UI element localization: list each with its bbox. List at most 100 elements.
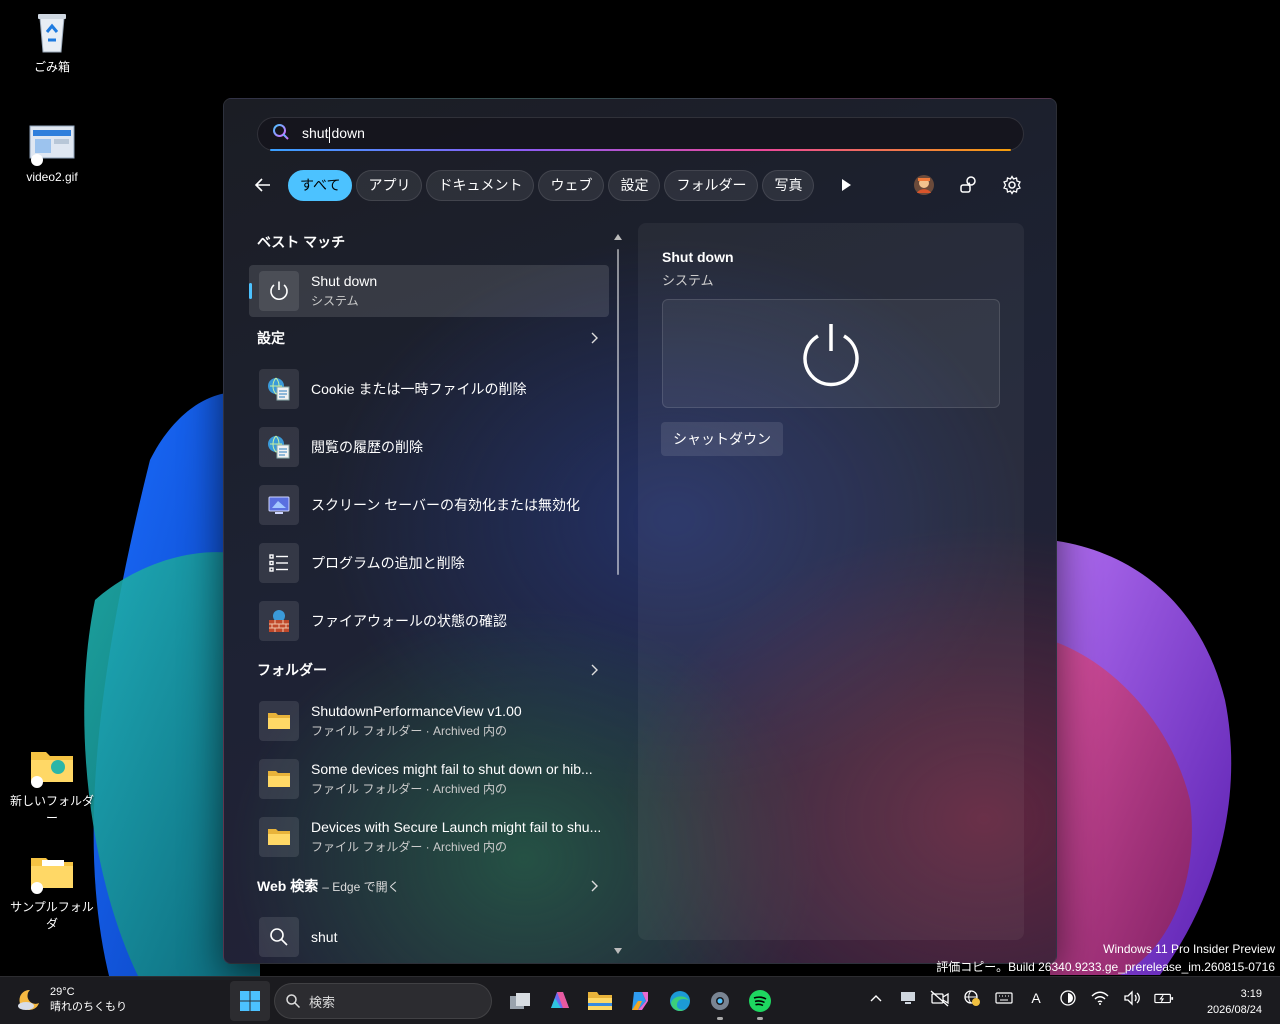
camera-off-icon	[930, 990, 949, 1007]
result-title: ファイアウォールの状態の確認	[311, 613, 507, 629]
chevron-right-icon	[591, 332, 598, 344]
tray-battery-icon[interactable]	[1154, 987, 1174, 1009]
desktop-icon-recycle-bin[interactable]: ごみ箱	[7, 8, 97, 75]
speaker-icon	[1124, 990, 1140, 1006]
taskbar-app-copilot[interactable]	[620, 981, 660, 1021]
more-filters-button[interactable]	[832, 171, 860, 199]
result-item-delete-history[interactable]: 閲覧の履歴の削除	[249, 421, 609, 473]
internet-options-icon	[259, 369, 299, 409]
account-avatar-button[interactable]	[910, 171, 938, 199]
image-file-icon	[28, 120, 76, 168]
m365-icon	[551, 992, 569, 1008]
result-subtitle: ファイル フォルダー · Archived 内の	[311, 724, 508, 738]
task-view-button[interactable]	[500, 981, 540, 1021]
tray-volume-icon[interactable]	[1122, 987, 1142, 1009]
shutdown-action-button[interactable]: シャットダウン	[661, 422, 783, 456]
spotify-icon	[749, 990, 771, 1012]
gear-icon	[1003, 175, 1021, 195]
taskbar-app-file-explorer[interactable]	[580, 981, 620, 1021]
taskbar-search-box[interactable]: 検索	[274, 983, 492, 1019]
desktop-icon-label: ごみ箱	[33, 60, 70, 74]
section-header-folders[interactable]: フォルダー	[249, 655, 609, 685]
tray-keyboard-icon[interactable]	[994, 987, 1014, 1009]
preview-title: Shut down	[662, 249, 734, 265]
start-button[interactable]	[230, 981, 270, 1021]
result-subtitle: ファイル フォルダー · Archived 内の	[311, 782, 508, 796]
desktop-icon-new-folder[interactable]: 新しいフォルダー	[7, 742, 97, 826]
result-title: 閲覧の履歴の削除	[311, 439, 423, 455]
taskbar-app-spotify[interactable]	[740, 981, 780, 1021]
filter-chip-apps[interactable]: アプリ	[356, 169, 423, 201]
preview-pane: Shut down システム シャットダウン	[638, 223, 1024, 940]
taskbar-app-settings[interactable]	[700, 981, 740, 1021]
web-search-sub: – Edge で開く	[322, 879, 400, 894]
filter-chip-folders[interactable]: フォルダー	[664, 169, 759, 201]
taskbar-search-placeholder: 検索	[309, 994, 336, 1010]
result-item-shut-down[interactable]: Shut down システム	[249, 265, 609, 317]
filter-chip-photos[interactable]: 写真	[762, 169, 815, 201]
search-icon	[286, 994, 301, 1009]
result-item-folder[interactable]: ShutdownPerformanceView v1.00 ファイル フォルダー…	[249, 695, 609, 747]
clock-time: 3:19	[1240, 988, 1262, 1000]
shield-globe-icon	[964, 990, 980, 1006]
desktop-icon-video2-gif[interactable]: video2.gif	[7, 120, 97, 184]
chevron-up-icon	[870, 995, 882, 1002]
gear-icon	[711, 992, 729, 1010]
result-item-screensaver[interactable]: スクリーン セーバーの有効化または無効化	[249, 479, 609, 531]
result-title: ShutdownPerformanceView v1.00	[311, 703, 522, 719]
section-header-best-match: ベスト マッチ	[257, 234, 346, 250]
clock-date: 2026/08/24	[1206, 1004, 1262, 1016]
weather-widget[interactable]: 29°C 晴れのちくもり	[16, 985, 127, 1015]
results-scrollbar[interactable]	[614, 233, 622, 955]
desktop-icon-label: video2.gif	[26, 170, 78, 184]
folder-icon	[259, 701, 299, 741]
moon-cloud-icon	[18, 989, 39, 1010]
taskbar-app-edge[interactable]	[660, 981, 700, 1021]
section-header-settings[interactable]: 設定	[249, 323, 609, 353]
filter-chip-documents[interactable]: ドキュメント	[426, 169, 535, 201]
edge-icon	[670, 991, 690, 1011]
result-item-add-remove-programs[interactable]: プログラムの追加と削除	[249, 537, 609, 589]
filter-chip-web[interactable]: ウェブ	[538, 169, 605, 201]
weather-desc: 晴れのちくもり	[50, 1001, 127, 1013]
result-item-folder[interactable]: Some devices might fail to shut down or …	[249, 753, 609, 805]
result-title: Cookie または一時ファイルの削除	[311, 381, 527, 397]
back-button[interactable]	[249, 171, 277, 199]
filter-chip-settings[interactable]: 設定	[608, 169, 661, 201]
filter-chip-all[interactable]: すべて	[288, 169, 353, 201]
tray-ime-mode[interactable]: A	[1026, 987, 1046, 1009]
result-item-delete-cookies[interactable]: Cookie または一時ファイルの削除	[249, 363, 609, 415]
connected-search-button[interactable]	[954, 171, 982, 199]
search-input[interactable]: shut down	[257, 117, 1024, 151]
results-list: ベスト マッチ Shut down システム 設定 Cookie または一時ファ…	[249, 223, 611, 959]
file-explorer-icon	[588, 992, 612, 1010]
result-title: Devices with Secure Launch might fail to…	[311, 819, 602, 835]
result-item-firewall-status[interactable]: ファイアウォールの状態の確認	[249, 595, 609, 647]
tray-security-icon[interactable]	[962, 987, 982, 1009]
taskbar-app-m365[interactable]	[540, 981, 580, 1021]
tray-display-icon[interactable]	[898, 987, 918, 1009]
scroll-up-icon	[614, 234, 622, 240]
tray-camera-off-icon[interactable]	[930, 987, 950, 1009]
search-settings-button[interactable]	[998, 171, 1026, 199]
filter-bar: すべて アプリ ドキュメント ウェブ 設定 フォルダー 写真	[249, 169, 860, 201]
folder-icon	[259, 817, 299, 857]
screensaver-icon	[259, 485, 299, 525]
desktop-icon-sample-folder[interactable]: サンプルフォルダ	[7, 848, 97, 932]
search-toolbar	[910, 171, 1026, 199]
copilot-icon	[632, 992, 648, 1010]
taskbar-clock[interactable]: 3:19 2026/08/24	[1207, 986, 1262, 1018]
section-header-web-search[interactable]: Web 検索 – Edge で開く	[249, 871, 609, 901]
firewall-icon	[259, 601, 299, 641]
result-item-folder[interactable]: Devices with Secure Launch might fail to…	[249, 811, 609, 863]
result-subtitle: ファイル フォルダー · Archived 内の	[311, 840, 508, 854]
result-item-web-search[interactable]: shut	[249, 911, 609, 963]
tray-wifi-icon[interactable]	[1090, 987, 1110, 1009]
show-hidden-icons-button[interactable]	[866, 987, 886, 1009]
result-subtitle: システム	[311, 294, 359, 308]
tray-focus-icon[interactable]	[1058, 987, 1078, 1009]
folder-icon	[259, 759, 299, 799]
scroll-down-icon	[614, 948, 622, 954]
recycle-bin-icon	[28, 8, 76, 56]
scrollbar-thumb[interactable]	[617, 249, 619, 575]
